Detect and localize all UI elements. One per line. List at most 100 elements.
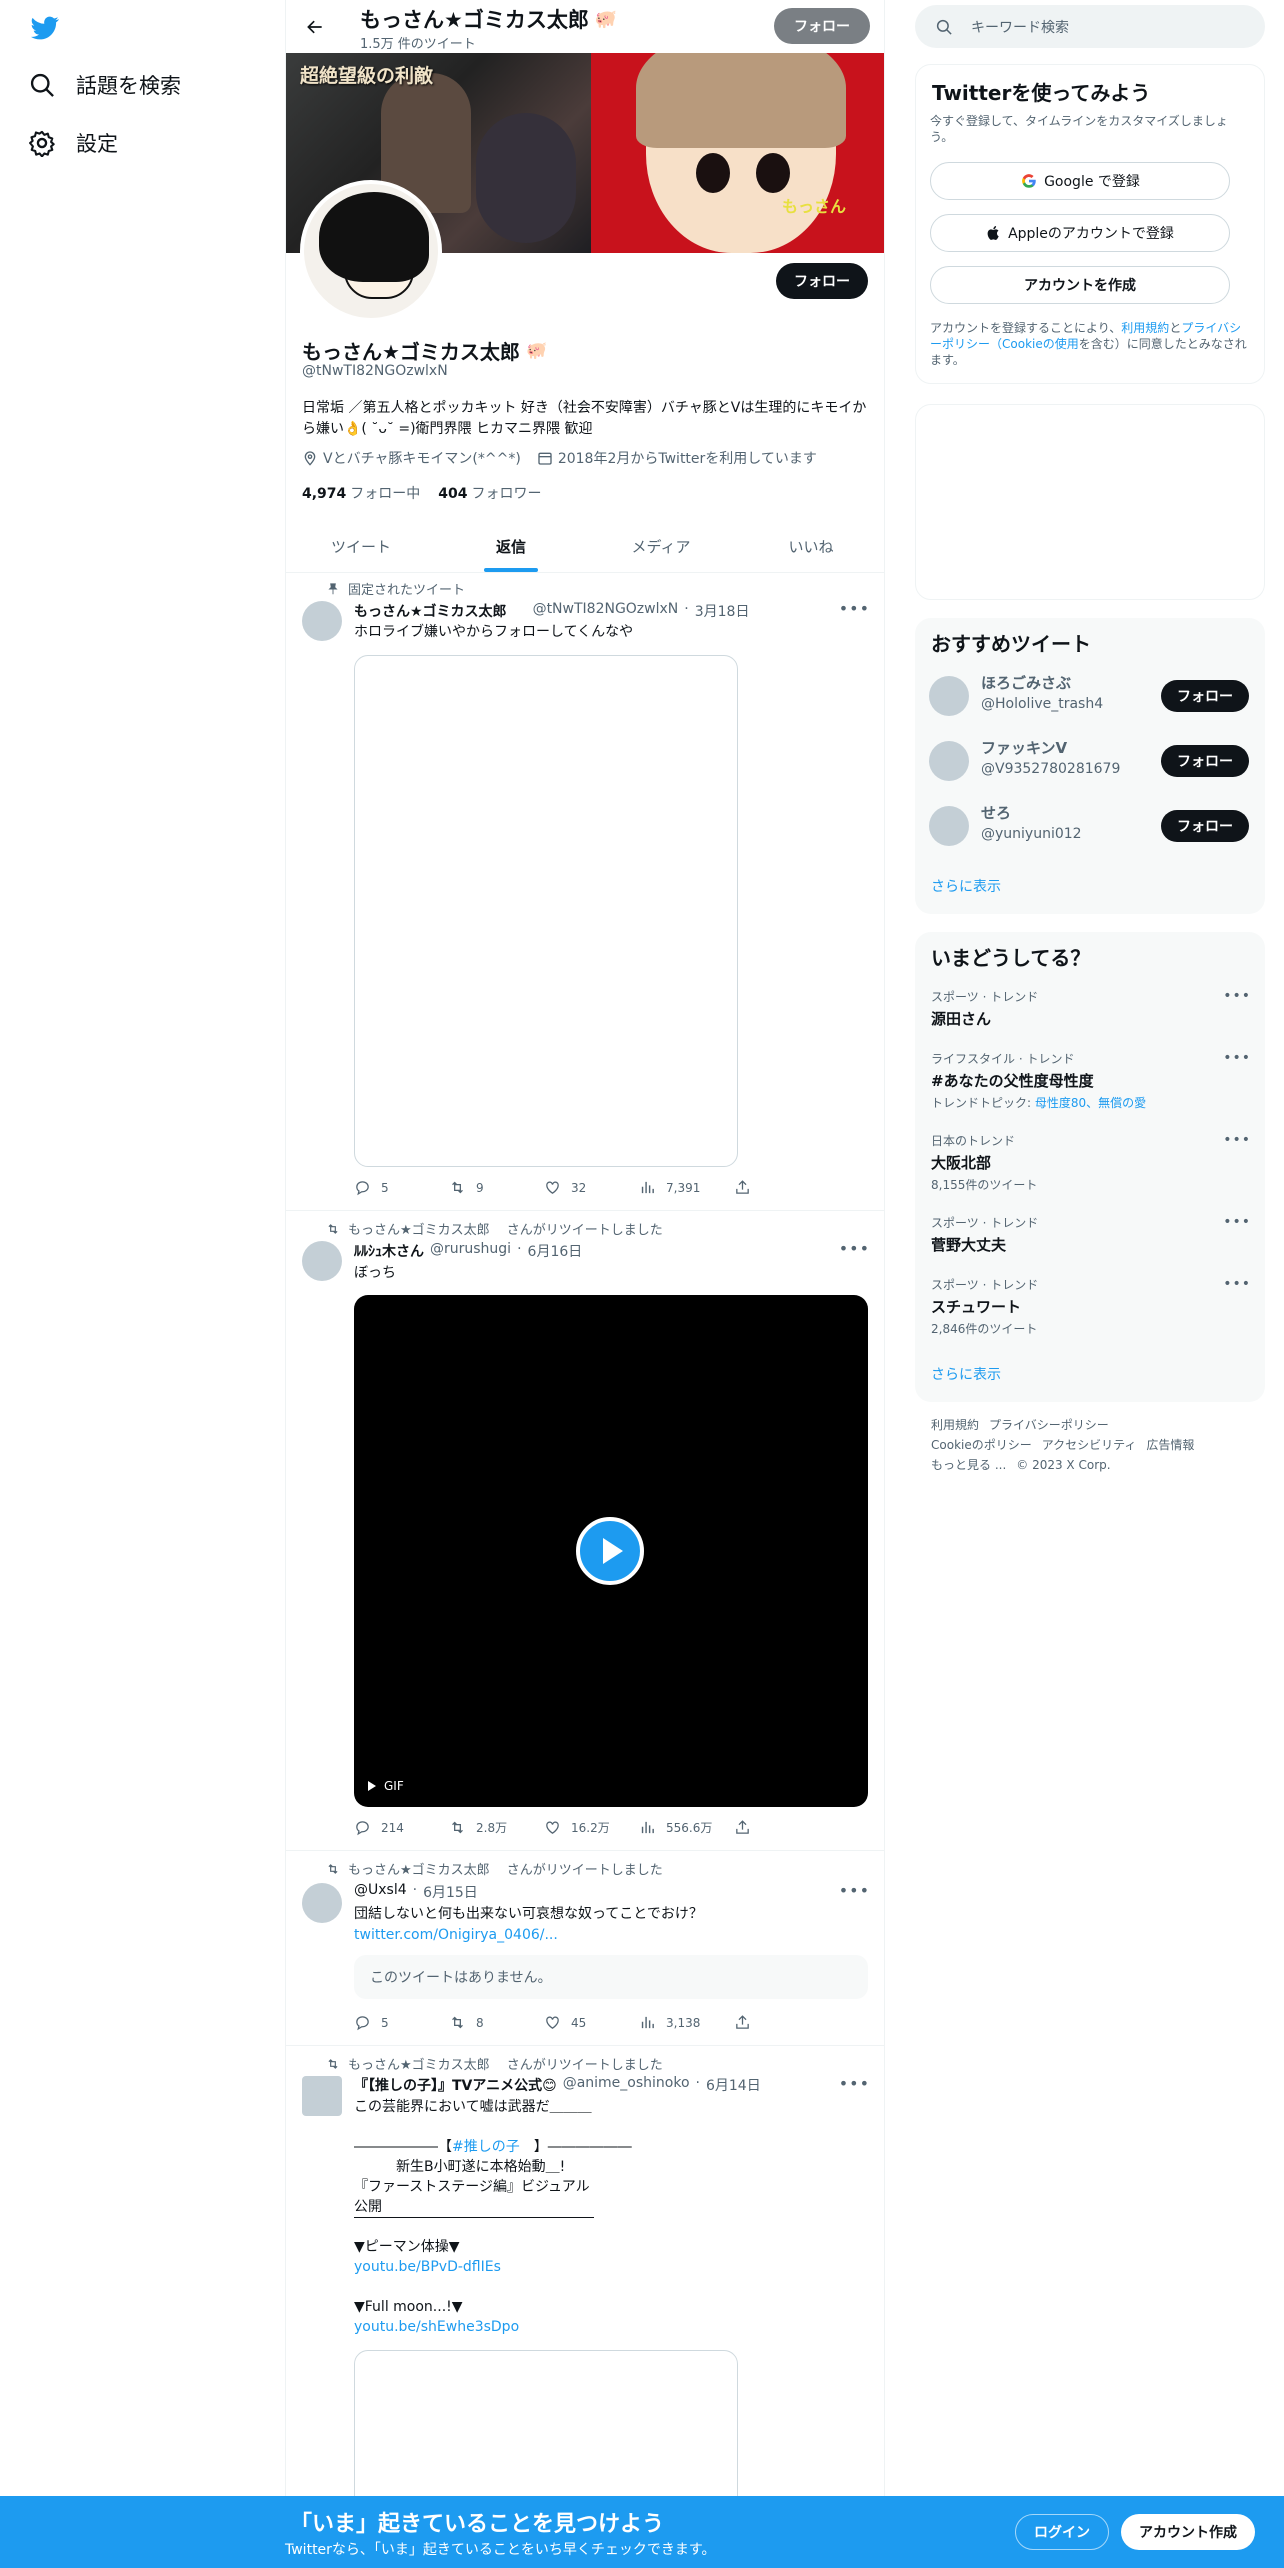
trend-item[interactable]: ライフスタイル · トレンド #あなたの父性度母性度 トレンドトピック: 母性度… [931, 1050, 1251, 1111]
tweet-link[interactable]: twitter.com/Onigirya_0406/... [354, 1925, 864, 1945]
retweet-button[interactable]: 2.8万 [449, 1819, 536, 1836]
following-link[interactable]: 4,974 フォロー中 [302, 483, 420, 503]
tweet[interactable]: もっさん★ゴミカス太郎 さんがリツイートしました ﾙﾙｼｭ木さん @rurush… [286, 1211, 884, 1851]
tweet-gif[interactable]: GIF [354, 1295, 868, 1807]
tweet-author-handle[interactable]: @anime_oshinoko [563, 2075, 690, 2095]
follow-button[interactable]: フォロー [1161, 745, 1249, 777]
profile-avatar[interactable] [300, 180, 442, 322]
like-button[interactable]: 45 [544, 2014, 631, 2031]
suggested-user-handle: @yuniyuni012 [981, 826, 1082, 842]
show-more-link[interactable]: さらに表示 [931, 876, 1001, 896]
top-bar-follow-button[interactable]: フォロー [774, 8, 870, 44]
avatar[interactable] [302, 2076, 342, 2116]
footer-privacy-link[interactable]: プライバシーポリシー [989, 1418, 1109, 1432]
twitter-logo-icon[interactable] [28, 14, 62, 42]
profile-location: Vとバチャ豚キモイマン(*^^*) [302, 448, 521, 468]
tweet-date[interactable]: 6月14日 [706, 2075, 761, 2095]
search-box[interactable]: キーワード検索 [915, 5, 1265, 48]
share-button[interactable] [734, 2014, 794, 2031]
tweet-author-name[interactable]: ﾙﾙｼｭ木さん [354, 1241, 424, 1261]
arrow-left-icon [307, 20, 322, 34]
reply-button[interactable]: 214 [354, 1819, 441, 1836]
more-icon[interactable]: ••• [1223, 988, 1251, 1004]
follow-button[interactable]: フォロー [1161, 810, 1249, 842]
hashtag-link[interactable]: #推しの子 [452, 2139, 520, 2155]
footer-terms-link[interactable]: 利用規約 [931, 1418, 979, 1432]
trend-tweet-count: 8,155件のツイート [931, 1178, 1038, 1192]
tweet-link[interactable]: youtu.be/shEwhe3sDpo [354, 2317, 864, 2337]
trend-item[interactable]: スポーツ · トレンド 菅野大丈夫 ••• [931, 1214, 1251, 1255]
more-icon[interactable]: ••• [839, 2074, 870, 2093]
apple-signup-button[interactable]: Appleのアカウントで登録 [930, 214, 1230, 252]
tweet[interactable]: 固定されたツイート もっさん★ゴミカス太郎 @tNwTI82NGOzwlxN ·… [286, 573, 884, 1211]
tweet-date[interactable]: 6月15日 [423, 1882, 478, 1902]
like-button[interactable]: 32 [544, 1179, 631, 1196]
suggested-user[interactable]: せろ @yuniyuni012 フォロー [929, 800, 1249, 852]
reply-button[interactable]: 5 [354, 1179, 441, 1196]
trend-item[interactable]: 日本のトレンド 大阪北部 8,155件のツイート ••• [931, 1132, 1251, 1193]
like-button[interactable]: 16.2万 [544, 1819, 631, 1836]
retweet-button[interactable]: 9 [449, 1179, 536, 1196]
views-button[interactable]: 556.6万 [639, 1819, 726, 1836]
terms-link[interactable]: 利用規約 [1121, 321, 1169, 335]
views-button[interactable]: 3,138 [639, 2014, 726, 2031]
tweet-author-name[interactable]: 『【推しの子】』TVアニメ公式😊 [354, 2075, 557, 2095]
back-button[interactable] [298, 10, 332, 44]
follow-button[interactable]: フォロー [776, 263, 868, 299]
more-icon[interactable]: ••• [839, 1881, 870, 1900]
tab-likes[interactable]: いいね [736, 520, 884, 572]
reply-button[interactable]: 5 [354, 2014, 441, 2031]
avatar[interactable] [929, 741, 969, 781]
footer-cookie-link[interactable]: Cookieのポリシー [931, 1438, 1032, 1452]
tweet-date[interactable]: 3月18日 [695, 601, 750, 621]
retweet-button[interactable]: 8 [449, 2014, 536, 2031]
suggested-user[interactable]: ほろごみさぶ @Hololive_trash4 フォロー [929, 670, 1249, 722]
tweet-media[interactable] [354, 655, 738, 1167]
tab-replies[interactable]: 返信 [436, 520, 586, 572]
suggested-user[interactable]: ファッキンV @V9352780281679 フォロー [929, 735, 1249, 787]
avatar[interactable] [302, 601, 342, 641]
tweet-author-handle[interactable]: @rurushugi [430, 1241, 511, 1261]
create-account-button[interactable]: アカウントを作成 [930, 266, 1230, 304]
trend-topic-link[interactable]: 母性度80、無償の愛 [1035, 1096, 1146, 1110]
login-button[interactable]: ログイン [1015, 2514, 1109, 2550]
avatar[interactable] [302, 1883, 342, 1923]
more-icon[interactable]: ••• [1223, 1214, 1251, 1230]
tweet[interactable]: もっさん★ゴミカス太郎 さんがリツイートしました @Uxsl4 · 6月15日 … [286, 1851, 884, 2046]
more-icon[interactable]: ••• [839, 1239, 870, 1258]
tweet[interactable]: もっさん★ゴミカス太郎 さんがリツイートしました 『【推しの子】』TVアニメ公式… [286, 2046, 884, 2568]
tab-tweets[interactable]: ツイート [286, 520, 436, 572]
google-signup-button[interactable]: Google で登録 [930, 162, 1230, 200]
more-icon[interactable]: ••• [1223, 1132, 1251, 1148]
play-icon[interactable] [576, 1517, 644, 1585]
trend-item[interactable]: スポーツ · トレンド スチュワート 2,846件のツイート ••• [931, 1276, 1251, 1337]
avatar[interactable] [929, 676, 969, 716]
left-nav: 話題を検索 設定 [0, 0, 285, 2568]
trend-category: 日本のトレンド [931, 1134, 1016, 1148]
share-button[interactable] [734, 1819, 794, 1836]
more-icon[interactable]: ••• [839, 599, 870, 618]
nav-settings[interactable]: 設定 [28, 128, 118, 158]
footer-more-link[interactable]: もっと見る ... [931, 1458, 1006, 1472]
footer-accessibility-link[interactable]: アクセシビリティ [1042, 1438, 1137, 1452]
signup-button[interactable]: アカウント作成 [1121, 2514, 1255, 2550]
more-icon[interactable]: ••• [1223, 1276, 1251, 1292]
tab-media[interactable]: メディア [586, 520, 736, 572]
tweet-author-handle[interactable]: @Uxsl4 [354, 1882, 407, 1902]
trend-item[interactable]: スポーツ · トレンド 源田さん ••• [931, 988, 1251, 1029]
more-icon[interactable]: ••• [1223, 1050, 1251, 1066]
avatar[interactable] [929, 806, 969, 846]
tweet-date[interactable]: 6月16日 [528, 1241, 583, 1261]
follow-button[interactable]: フォロー [1161, 680, 1249, 712]
nav-explore[interactable]: 話題を検索 [28, 70, 181, 100]
tweet-author-handle[interactable]: @tNwTI82NGOzwlxN [533, 601, 679, 621]
share-button[interactable] [734, 1179, 794, 1196]
footer-ads-link[interactable]: 広告情報 [1146, 1438, 1194, 1452]
views-button[interactable]: 7,391 [639, 1179, 726, 1196]
tweet-link[interactable]: youtu.be/BPvD-dflIEs [354, 2257, 864, 2277]
show-more-link[interactable]: さらに表示 [931, 1364, 1001, 1384]
followers-link[interactable]: 404 フォロワー [438, 483, 541, 503]
tweet-author-name[interactable]: もっさん★ゴミカス太郎 [354, 601, 507, 621]
avatar[interactable] [302, 1241, 342, 1281]
tweet-text-line: ▼ピーマン体操▼ [354, 2239, 460, 2255]
